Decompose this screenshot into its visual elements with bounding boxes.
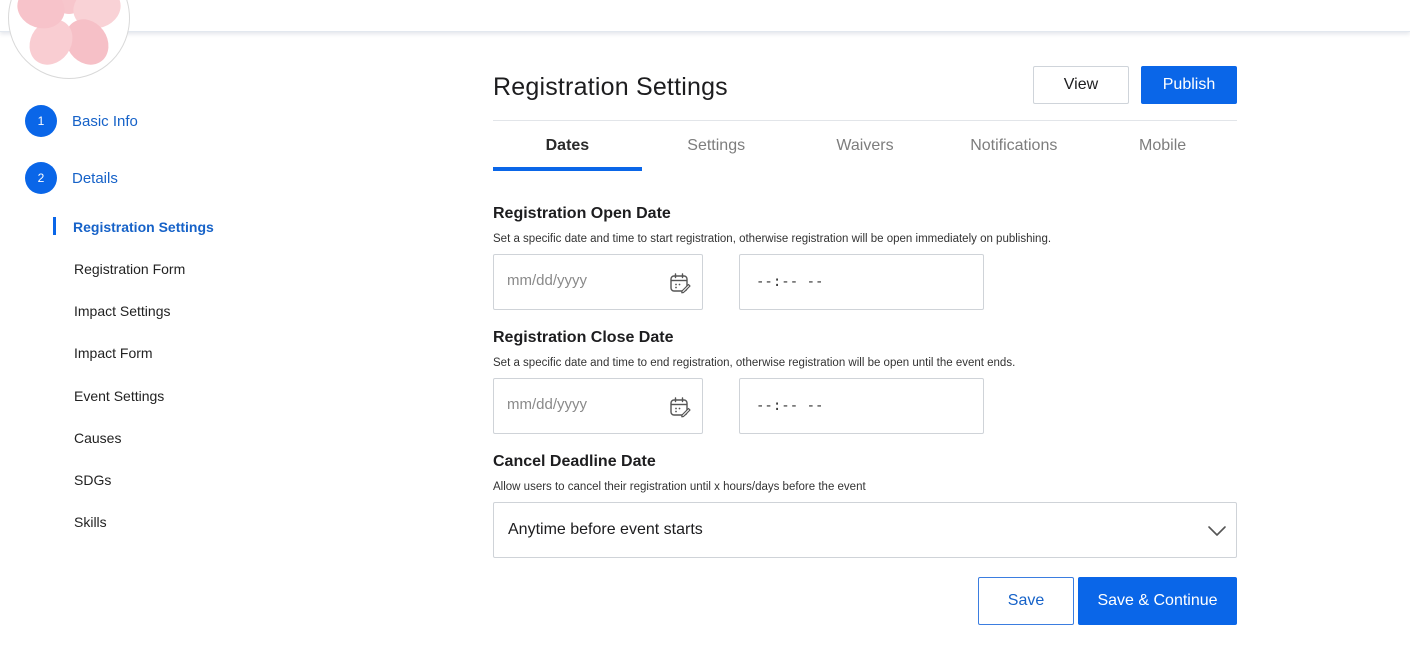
cancel-deadline-description: Allow users to cancel their registration… [493, 481, 866, 493]
sidebar-item-registration-form[interactable]: Registration Form [74, 261, 185, 277]
close-time-field[interactable]: --:-- -- [739, 378, 984, 434]
step-details[interactable]: 2 Details [25, 162, 118, 194]
open-date-title: Registration Open Date [493, 205, 671, 222]
top-bar [0, 0, 1410, 32]
cancel-deadline-select[interactable]: Anytime before event starts [493, 502, 1237, 558]
page-title: Registration Settings [493, 73, 728, 101]
calendar-edit-icon[interactable] [669, 272, 691, 294]
sidebar-item-impact-settings[interactable]: Impact Settings [74, 303, 171, 319]
sidebar-item-causes[interactable]: Causes [74, 430, 121, 446]
close-date-field[interactable] [493, 378, 703, 434]
cancel-deadline-selected-value: Anytime before event starts [508, 521, 703, 538]
sidebar-item-skills[interactable]: Skills [74, 514, 107, 530]
step-number: 1 [25, 105, 57, 137]
open-time-field[interactable]: --:-- -- [739, 254, 984, 310]
tab-dates[interactable]: Dates [493, 121, 642, 171]
tab-notifications[interactable]: Notifications [939, 121, 1088, 171]
active-indicator [53, 217, 56, 235]
save-button[interactable]: Save [978, 577, 1074, 625]
calendar-edit-icon[interactable] [669, 396, 691, 418]
flower-logo-icon [17, 0, 121, 65]
close-date-description: Set a specific date and time to end regi… [493, 357, 1016, 369]
sidebar-item-registration-settings[interactable]: Registration Settings [73, 219, 214, 235]
sidebar-item-impact-form[interactable]: Impact Form [74, 345, 153, 361]
cancel-deadline-title: Cancel Deadline Date [493, 453, 656, 470]
sidebar-item-sdgs[interactable]: SDGs [74, 472, 111, 488]
tab-waivers[interactable]: Waivers [791, 121, 940, 171]
open-date-input[interactable] [507, 272, 667, 289]
close-date-title: Registration Close Date [493, 329, 674, 346]
step-label: Details [72, 169, 118, 187]
chevron-down-icon [1208, 526, 1226, 536]
open-date-field[interactable] [493, 254, 703, 310]
step-basic-info[interactable]: 1 Basic Info [25, 105, 138, 137]
open-date-description: Set a specific date and time to start re… [493, 233, 1052, 245]
tab-bar: Dates Settings Waivers Notifications Mob… [493, 121, 1237, 171]
view-button[interactable]: View [1033, 66, 1129, 104]
publish-button[interactable]: Publish [1141, 66, 1237, 104]
close-date-input[interactable] [507, 396, 667, 413]
sidebar-item-event-settings[interactable]: Event Settings [74, 388, 164, 404]
tab-mobile[interactable]: Mobile [1088, 121, 1237, 171]
tab-settings[interactable]: Settings [642, 121, 791, 171]
save-and-continue-button[interactable]: Save & Continue [1078, 577, 1237, 625]
step-label: Basic Info [72, 112, 138, 130]
step-number: 2 [25, 162, 57, 194]
organization-logo[interactable] [8, 0, 130, 79]
